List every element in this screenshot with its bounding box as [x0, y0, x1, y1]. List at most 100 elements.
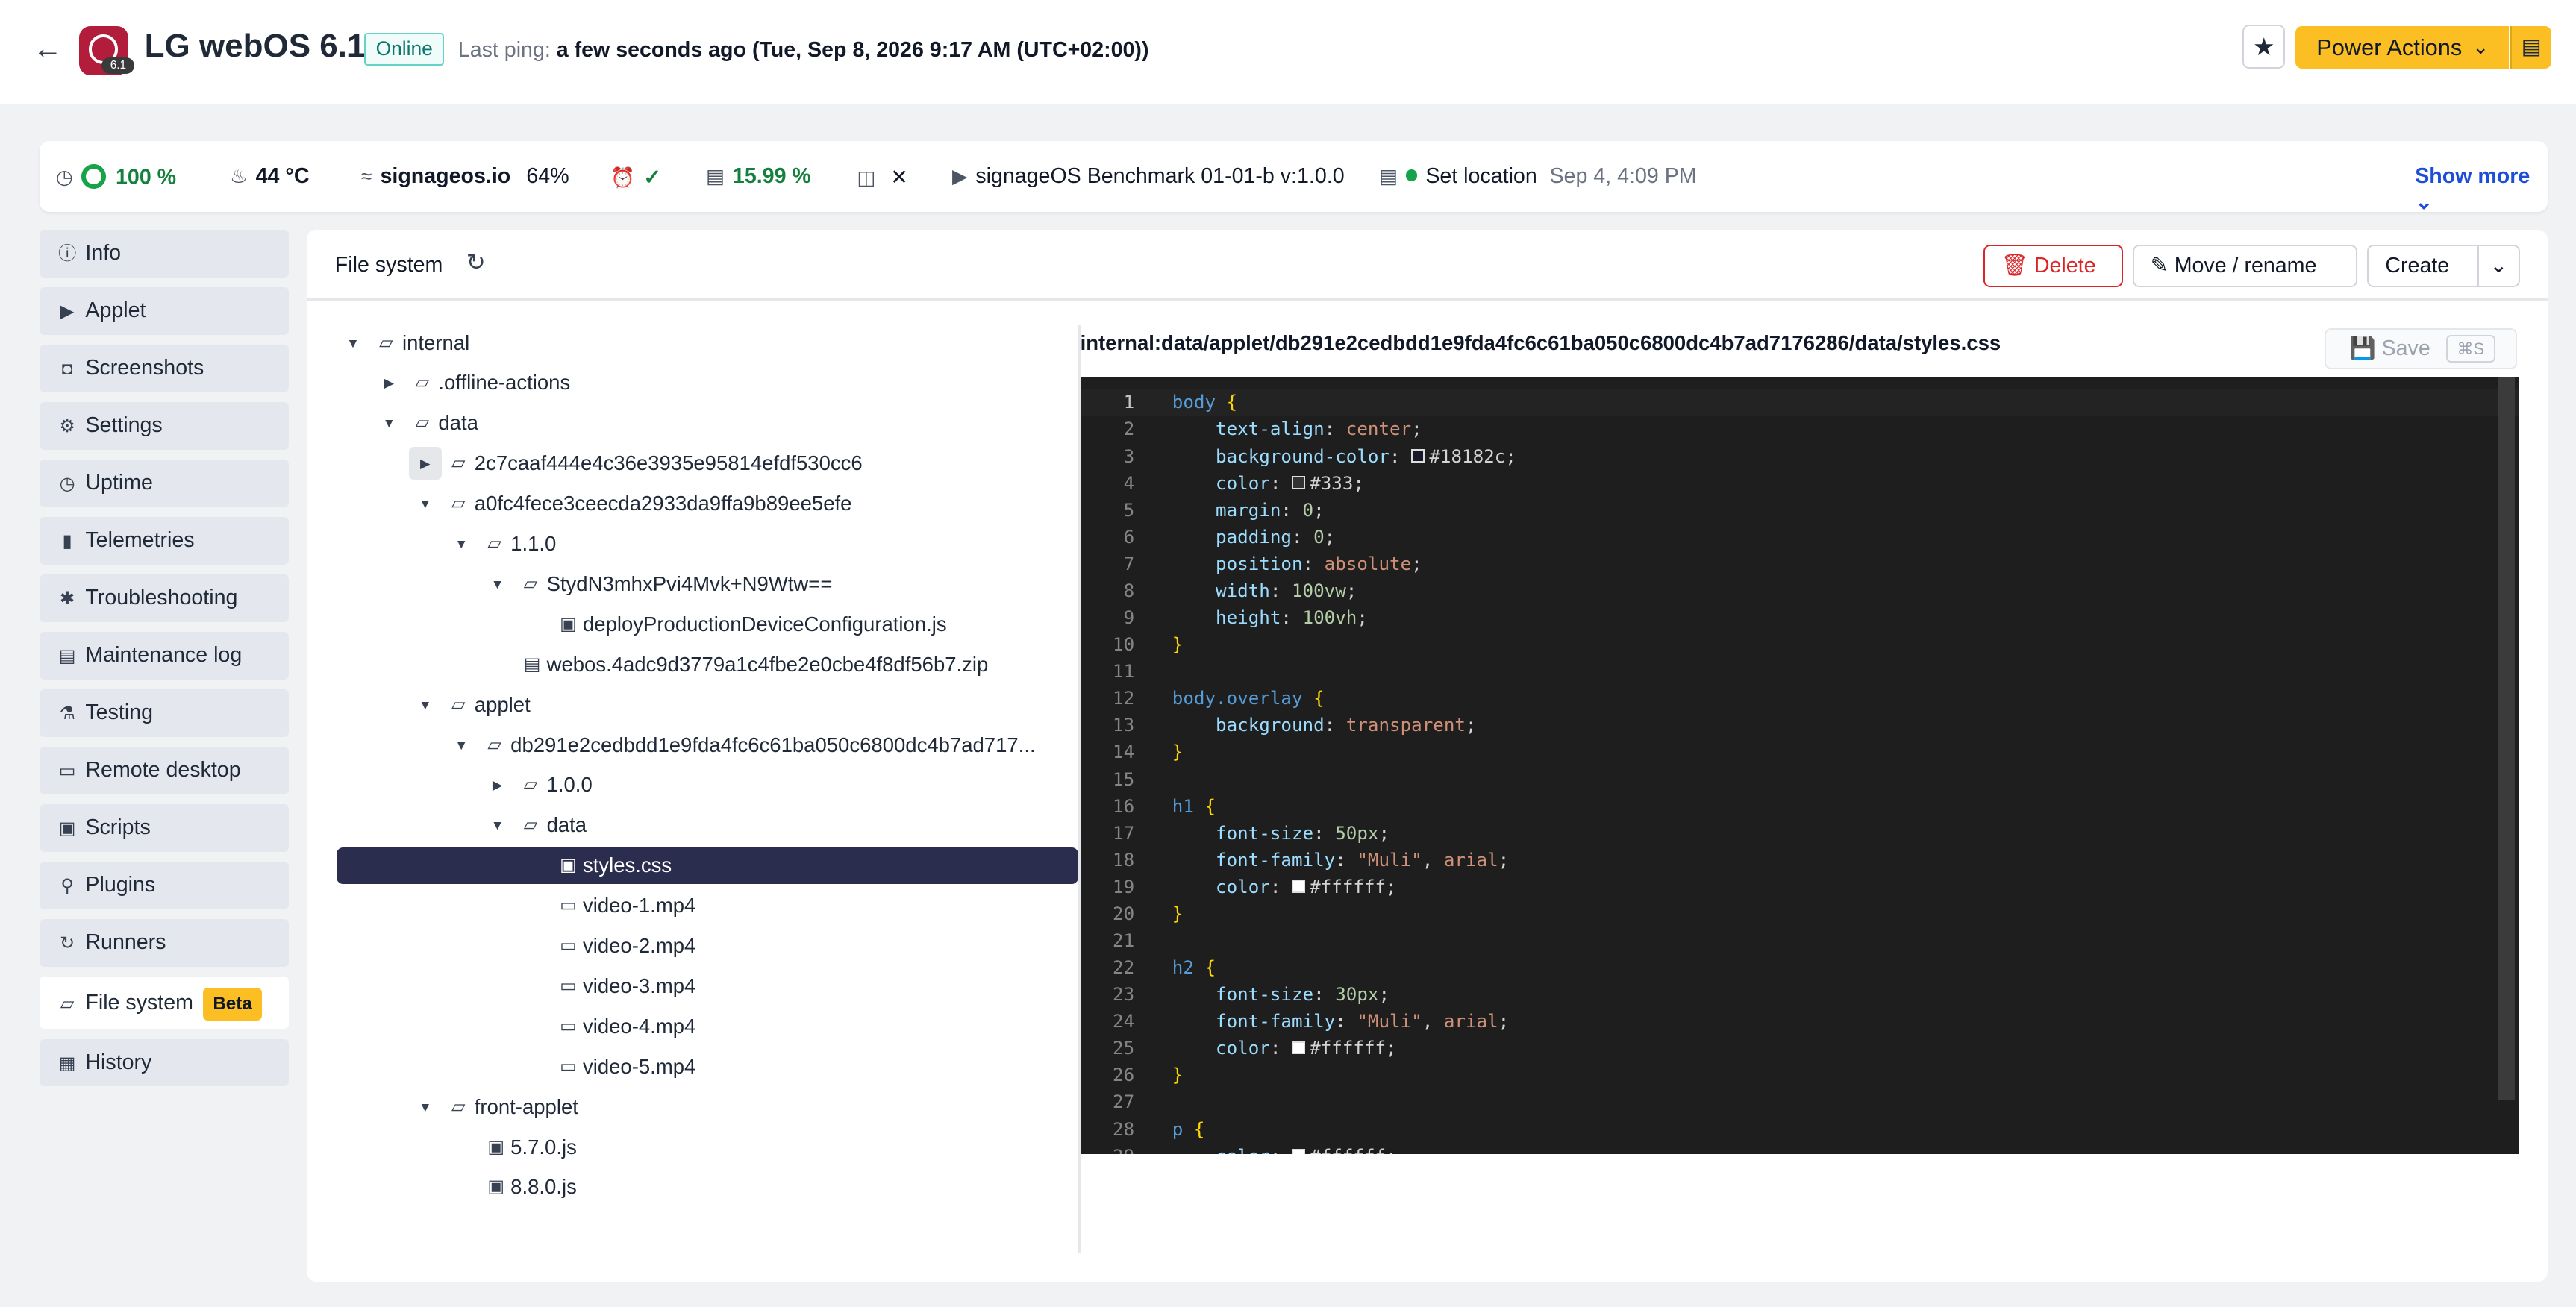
sidebar-item-remote-desktop[interactable]: ▭ Remote desktop [39, 747, 290, 794]
code-text: h1 { [1172, 795, 1216, 817]
code-text: p { [1172, 1118, 1205, 1140]
tree-item[interactable]: ▼ ▱ data [337, 405, 1078, 441]
create-dropdown-button[interactable]: ⌄ [2477, 244, 2520, 287]
code-line: 3 background-color: #18182c; [1081, 443, 2519, 470]
favorite-button[interactable]: ★ [2242, 25, 2286, 69]
code-text: padding: 0; [1216, 526, 1336, 548]
sidebar-item-scripts[interactable]: ▣ Scripts [39, 804, 290, 852]
code-line: 8 width: 100vw; [1081, 577, 2519, 604]
sidebar-item-label: Screenshots [85, 356, 204, 380]
sidebar-item-file-system[interactable]: ▱ File system Beta [39, 977, 290, 1029]
sidebar-item-label: Troubleshooting [85, 586, 238, 609]
sidebar-item-maintenance-log[interactable]: ▤ Maintenance log [39, 632, 290, 680]
clock-icon: ◷ [55, 166, 73, 189]
code-line: 19 color: #ffffff; [1081, 874, 2519, 900]
caret-down-icon[interactable]: ▼ [417, 1089, 434, 1125]
folder-icon: ▱ [523, 815, 538, 836]
caret-down-icon[interactable]: ▼ [490, 566, 506, 602]
show-more-label: Show more [2415, 163, 2530, 188]
code-line: 28 p { [1081, 1116, 2519, 1143]
code-text: color: #ffffff; [1172, 1143, 1397, 1154]
code-line: 26} [1081, 1062, 2519, 1088]
caret-down-icon[interactable]: ▼ [381, 405, 397, 441]
sidebar-item-applet[interactable]: ▶ Applet [39, 287, 290, 335]
tree-item[interactable]: ▭ video-2.mp4 [337, 928, 1078, 964]
tree-item[interactable]: ▼ ▱ StydN3mhxPvi4Mvk+N9Wtw== [337, 566, 1078, 602]
move-rename-label: Move / rename [2174, 253, 2317, 278]
sidebar-item-screenshots[interactable]: ◘ Screenshots [39, 345, 290, 392]
plug-icon: ⚲ [60, 876, 75, 896]
sidebar-item-runners[interactable]: ↻ Runners [39, 919, 290, 967]
tree-item[interactable]: ▼ ▱ 1.1.0 [337, 526, 1078, 562]
tree-item[interactable]: ▼ ▱ front-applet [337, 1089, 1078, 1125]
delete-button[interactable]: 🗑 Delete [1983, 244, 2123, 287]
power-actions-extra-button[interactable]: ▤ [2510, 26, 2551, 69]
sidebar-item-plugins[interactable]: ⚲ Plugins [39, 862, 290, 909]
online-dot [1405, 169, 1418, 181]
back-arrow-icon[interactable]: ← [33, 34, 63, 64]
tree-item[interactable]: ▭ video-1.mp4 [337, 888, 1078, 924]
tree-item[interactable]: ▼ ▱ a0fc4fece3ceecda2933da9ffa9b89ee5efe [337, 486, 1078, 521]
chevron-down-icon: ⌄ [2415, 189, 2433, 214]
folder-icon: ▱ [451, 1096, 466, 1117]
tree-item[interactable]: ▤ webos.4adc9d3779a1c4fbe2e0cbe4f8df56b7.… [337, 647, 1078, 683]
tree-item[interactable]: ▼ ▱ internal [337, 325, 1078, 361]
move-rename-button[interactable]: ✎ Move / rename [2132, 244, 2358, 287]
sidebar-item-testing[interactable]: ⚗ Testing [39, 689, 290, 737]
editor-scrollbar[interactable] [2498, 377, 2516, 1100]
folder-icon: ▱ [487, 533, 501, 554]
save-button[interactable]: 💾 Save ⌘S [2325, 328, 2517, 369]
refresh-icon[interactable]: ↻ [466, 249, 486, 276]
sidebar-item-label: Applet [85, 298, 146, 322]
create-button[interactable]: Create [2367, 244, 2479, 287]
folder-icon: ▱ [379, 332, 393, 353]
tree-item[interactable]: ▼ ▱ applet [337, 687, 1078, 723]
check-icon: ✓ [643, 165, 662, 189]
tree-item[interactable]: ▼ ▱ data [337, 807, 1078, 843]
caret-down-icon[interactable]: ▼ [453, 526, 469, 562]
location-status[interactable]: ▤ Set location Sep 4, 4:09 PM [1379, 164, 1697, 189]
tree-item[interactable]: ▶ ▱ 1.0.0 [337, 767, 1078, 803]
sidebar-item-info[interactable]: ⓘ Info [39, 230, 290, 278]
tree-item[interactable]: ▼ ▱ db291e2cedbdd1e9fda4fc6c61ba050c6800dc… [337, 727, 1078, 763]
network-name: signageos.io [380, 163, 511, 188]
play-icon: ▶ [60, 301, 75, 322]
tree-item[interactable]: ▭ video-3.mp4 [337, 968, 1078, 1004]
caret-down-icon[interactable]: ▼ [453, 727, 469, 763]
code-text: position: absolute; [1216, 553, 1422, 574]
tree-item-label: .offline-actions [438, 371, 571, 395]
sidebar-item-uptime[interactable]: ◷ Uptime [39, 460, 290, 507]
folder-icon: ▱ [415, 413, 430, 433]
line-number: 21 [1113, 930, 1135, 951]
caret-down-icon[interactable]: ▼ [417, 687, 434, 723]
tree-item-label: StydN3mhxPvi4Mvk+N9Wtw== [546, 571, 833, 595]
caret-right-icon[interactable]: ▶ [408, 447, 442, 480]
sidebar-item-settings[interactable]: ⚙ Settings [39, 402, 290, 450]
tree-item[interactable]: ▶ ▱ .offline-actions [337, 365, 1078, 401]
sidebar-item-history[interactable]: ▦ History [39, 1038, 290, 1087]
power-actions-button[interactable]: Power Actions ⌄ [2295, 26, 2509, 69]
code-editor[interactable]: 29 color: #ffffff;28p {2726}25 color: #f… [1080, 377, 2519, 1154]
tree-item[interactable]: ▭ video-4.mp4 [337, 1009, 1078, 1044]
sidebar-item-troubleshooting[interactable]: ✱ Troubleshooting [39, 574, 290, 622]
show-more-link[interactable]: Show more ⌄ [2415, 164, 2548, 215]
folder-icon: ▱ [487, 734, 501, 755]
tree-item[interactable]: ▣ 5.7.0.js [337, 1129, 1078, 1165]
tree-item[interactable]: ▣ deployProductionDeviceConfiguration.js [337, 607, 1078, 642]
caret-right-icon[interactable]: ▶ [490, 767, 506, 803]
tree-item[interactable]: ▭ video-5.mp4 [337, 1049, 1078, 1085]
tree-item-label: front-applet [474, 1094, 578, 1118]
tree-item[interactable]: ▶ ▱ 2c7caaf444e4c36e3935e95814efdf530cc6 [337, 445, 1078, 481]
line-number: 20 [1113, 903, 1135, 924]
caret-down-icon[interactable]: ▼ [490, 807, 506, 843]
sidebar-item-telemetries[interactable]: ▮ Telemetries [39, 517, 290, 565]
tree-item[interactable]: ▣ 8.8.0.js [337, 1169, 1078, 1205]
tree-item[interactable]: ▣ styles.css [336, 847, 1079, 884]
code-line: 23 font-size: 30px; [1081, 981, 2519, 1008]
caret-right-icon[interactable]: ▶ [381, 365, 397, 401]
sidebar-item-label: History [85, 1050, 152, 1074]
caret-down-icon[interactable]: ▼ [417, 486, 434, 521]
code-text: } [1172, 903, 1184, 924]
caret-down-icon[interactable]: ▼ [345, 325, 361, 361]
save-shortcut: ⌘S [2445, 334, 2495, 363]
